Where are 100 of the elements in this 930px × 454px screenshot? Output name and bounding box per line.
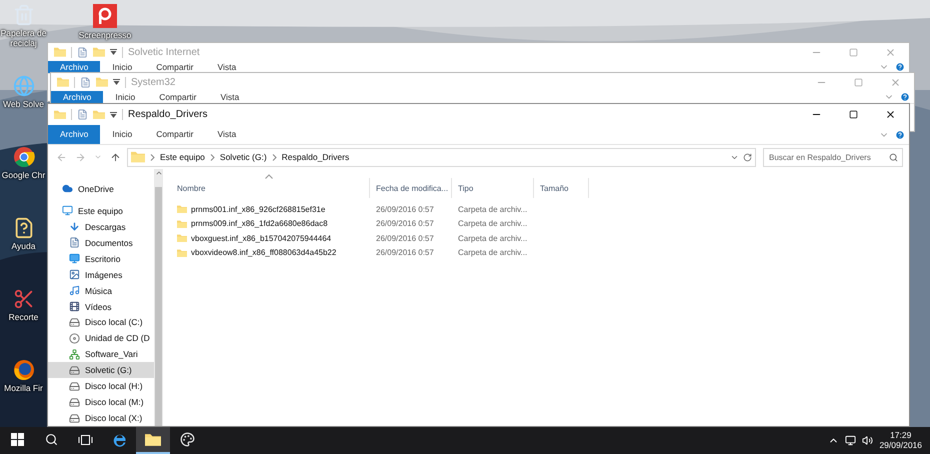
- navigation-item[interactable]: Descargas: [48, 218, 154, 235]
- ribbon-tab[interactable]: Archivo: [48, 61, 100, 73]
- column-header[interactable]: Tipo: [452, 178, 534, 198]
- navigation-item[interactable]: Música: [48, 282, 154, 299]
- navigation-item[interactable]: Disco local (X:): [48, 410, 154, 426]
- navigation-item[interactable]: OneDrive: [48, 181, 154, 197]
- chrome-icon[interactable]: [12, 146, 34, 168]
- type-cell-text: Carpeta de archiv...: [457, 248, 528, 258]
- folder-icon: [177, 220, 187, 228]
- breadcrumb[interactable]: Solvetic (G:): [220, 152, 267, 162]
- dropdown-icon[interactable]: [113, 79, 120, 85]
- search-field[interactable]: Buscar en Respaldo_Drivers: [763, 148, 903, 166]
- file-name[interactable]: prnms009.inf_x86_1fd2a6680e86dac8: [171, 219, 370, 228]
- ribbon-tab[interactable]: Vista: [208, 91, 252, 103]
- date-cell-text: 26/09/2016 0:57: [375, 204, 435, 214]
- music-note-icon: [69, 285, 80, 296]
- forward-arrow-icon: [75, 152, 86, 162]
- scrollbar[interactable]: [154, 169, 163, 426]
- scissors-icon[interactable]: [12, 288, 34, 310]
- type-cell-text: Carpeta de archiv...: [457, 219, 528, 228]
- scroll-up-icon[interactable]: [154, 169, 162, 177]
- ribbon-tab[interactable]: Archivo: [48, 125, 100, 144]
- column-header[interactable]: Fecha de modifica...: [370, 178, 452, 198]
- folder-icon: [131, 151, 145, 163]
- navigation-item[interactable]: Disco local (M:): [48, 394, 154, 410]
- cloud-icon: [62, 183, 73, 194]
- drive-icon: [69, 316, 80, 328]
- date-cell-text: 26/09/2016 0:57: [375, 248, 435, 258]
- desktop-icon-label[interactable]: Web Solve: [3, 99, 44, 110]
- navigation-item[interactable]: Solvetic (G:): [48, 362, 154, 378]
- navigation-item[interactable]: Escritorio: [48, 250, 154, 267]
- ribbon-tab[interactable]: Inicio: [103, 91, 148, 103]
- ribbon-tab[interactable]: Vista: [206, 61, 248, 73]
- taskbar-button[interactable]: [136, 427, 170, 454]
- ribbon-tab[interactable]: Compartir: [144, 125, 206, 144]
- navigation-item[interactable]: Disco local (H:): [48, 378, 154, 394]
- firefox-icon[interactable]: [12, 359, 34, 381]
- breadcrumb[interactable]: Respaldo_Drivers: [282, 152, 350, 162]
- ribbon-tab[interactable]: Archivo: [51, 91, 104, 103]
- folder-icon: [145, 433, 161, 446]
- help-icon[interactable]: [895, 62, 905, 72]
- volume-icon[interactable]: [862, 435, 874, 446]
- drive-icon: [69, 380, 80, 392]
- file-name[interactable]: vboxguest.inf_x86_b157042075944464: [171, 234, 370, 243]
- date-cell-text: 26/09/2016 0:57: [375, 219, 435, 228]
- screenpresso-icon[interactable]: [93, 4, 117, 28]
- close-icon: [885, 109, 896, 120]
- close-icon: [890, 76, 901, 88]
- desktop-icon-label[interactable]: Recorte: [8, 312, 38, 322]
- network-icon[interactable]: [845, 435, 856, 446]
- address-bar[interactable]: Este equipo Solvetic (G:) Respaldo_Drivers: [127, 148, 756, 166]
- file-name[interactable]: prnms001.inf_x86_926cf268815ef31e: [171, 204, 370, 214]
- help-icon[interactable]: [895, 130, 905, 140]
- chevron-icon: [272, 154, 277, 160]
- column-header[interactable]: Nombre: [171, 178, 370, 198]
- desktop-icon-label[interactable]: Ayuda: [12, 241, 36, 252]
- desktop-icon-label[interactable]: Mozilla Fir: [4, 383, 43, 394]
- network-drive-icon: [69, 348, 80, 360]
- properties-icon[interactable]: [77, 46, 88, 58]
- desktop-icon-label[interactable]: Google Chr: [2, 170, 46, 180]
- new-folder-icon: [93, 110, 105, 120]
- ribbon-tab[interactable]: Compartir: [144, 61, 206, 73]
- properties-icon[interactable]: [80, 76, 91, 88]
- type-cell-text: Carpeta de archiv...: [457, 204, 528, 214]
- maximize-icon: [854, 78, 863, 86]
- refresh-icon[interactable]: [743, 152, 752, 162]
- help-icon[interactable]: [900, 92, 910, 102]
- chevron-icon: [94, 153, 102, 161]
- navigation-item[interactable]: Vídeos: [48, 298, 154, 314]
- properties-icon[interactable]: [77, 109, 88, 120]
- film-icon: [69, 301, 80, 312]
- column-header[interactable]: Tamaño: [534, 178, 589, 198]
- navigation-item[interactable]: Disco local (C:): [48, 314, 154, 330]
- navigation-item[interactable]: Software_Vari: [48, 346, 154, 362]
- ribbon-tab[interactable]: Vista: [206, 125, 248, 144]
- clock[interactable]: 17:29 29/09/2016: [879, 430, 922, 450]
- navigation-item[interactable]: Unidad de CD (D: [48, 330, 154, 346]
- ribbon-tab[interactable]: Compartir: [147, 91, 208, 103]
- navigation-item[interactable]: Documentos: [48, 234, 154, 251]
- ribbon-tab[interactable]: Inicio: [100, 125, 144, 144]
- computer-icon: [62, 205, 73, 216]
- maximize-icon: [849, 110, 858, 119]
- breadcrumb[interactable]: Este equipo: [160, 152, 205, 162]
- navigation-item[interactable]: Imágenes: [48, 266, 154, 283]
- chevron-icon: [150, 154, 155, 160]
- palette-icon: [180, 432, 194, 447]
- folder-icon: [54, 110, 66, 120]
- dropdown-icon[interactable]: [110, 49, 117, 55]
- dropdown-icon[interactable]: [110, 112, 117, 118]
- folder-icon: [177, 234, 187, 242]
- drive-icon: [69, 412, 80, 424]
- search-icon: [44, 433, 58, 446]
- window-title: Respaldo_Drivers: [128, 109, 208, 120]
- navigation-item[interactable]: Este equipo: [48, 202, 154, 219]
- ribbon-tab[interactable]: Inicio: [100, 61, 144, 73]
- search-icon[interactable]: [889, 152, 898, 162]
- task-view-icon: [78, 434, 92, 446]
- up-arrow-icon: [110, 152, 121, 162]
- file-name[interactable]: vboxvideow8.inf_x86_ff088063d4a45b22: [171, 248, 370, 258]
- document-icon: [69, 237, 80, 248]
